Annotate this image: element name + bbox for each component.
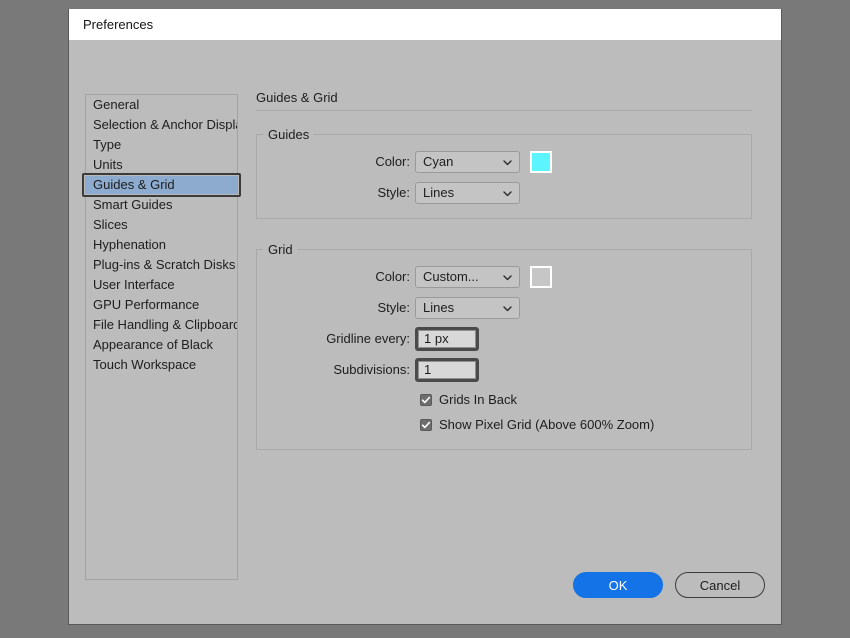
guides-color-swatch[interactable] [530, 151, 552, 173]
grids-in-back-row[interactable]: Grids In Back [257, 387, 751, 412]
grid-style-select[interactable]: Lines [415, 297, 520, 319]
page-title: Guides & Grid [256, 90, 752, 111]
preferences-content-pane: Guides & Grid Guides Color: Cyan Style: [256, 90, 752, 473]
sidebar-item-touch-workspace[interactable]: Touch Workspace [86, 355, 237, 375]
dialog-footer: OK Cancel [573, 572, 765, 598]
grids-in-back-checkbox[interactable] [420, 394, 432, 406]
ok-button[interactable]: OK [573, 572, 663, 598]
sidebar-item-label: Units [93, 157, 123, 172]
sidebar-item-hyphenation[interactable]: Hyphenation [86, 235, 237, 255]
sidebar-item-general[interactable]: General [86, 95, 237, 115]
sidebar-item-label: Appearance of Black [93, 337, 213, 352]
sidebar-item-selection-anchor-display[interactable]: Selection & Anchor Display [86, 115, 237, 135]
guides-style-row: Style: Lines [257, 179, 751, 206]
guides-style-value: Lines [423, 185, 502, 200]
sidebar-item-label: Hyphenation [93, 237, 166, 252]
sidebar-item-appearance-of-black[interactable]: Appearance of Black [86, 335, 237, 355]
sidebar-item-file-handling-clipboard[interactable]: File Handling & Clipboard [86, 315, 237, 335]
sidebar-item-label: Guides & Grid [93, 177, 175, 192]
chevron-down-icon [502, 156, 513, 167]
chevron-down-icon [502, 271, 513, 282]
sidebar-item-label: User Interface [93, 277, 175, 292]
subdivisions-value: 1 [418, 361, 476, 379]
sidebar-item-label: Plug-ins & Scratch Disks [93, 257, 235, 272]
grid-group: Grid Color: Custom... Style: Lines [256, 242, 752, 450]
sidebar-item-user-interface[interactable]: User Interface [86, 275, 237, 295]
guides-style-label: Style: [257, 185, 415, 200]
show-pixel-grid-label: Show Pixel Grid (Above 600% Zoom) [439, 417, 654, 432]
grid-color-value: Custom... [423, 269, 502, 284]
guides-color-select[interactable]: Cyan [415, 151, 520, 173]
sidebar-item-label: Type [93, 137, 121, 152]
sidebar-item-label: GPU Performance [93, 297, 199, 312]
guides-style-select[interactable]: Lines [415, 182, 520, 204]
subdivisions-input[interactable]: 1 [415, 358, 479, 382]
grids-in-back-label: Grids In Back [439, 392, 517, 407]
cancel-button[interactable]: Cancel [675, 572, 765, 598]
grid-color-select[interactable]: Custom... [415, 266, 520, 288]
grid-color-label: Color: [257, 269, 415, 284]
sidebar-item-label: Slices [93, 217, 128, 232]
chevron-down-icon [502, 187, 513, 198]
guides-color-label: Color: [257, 154, 415, 169]
dialog-body: General Selection & Anchor Display Type … [69, 40, 781, 624]
subdivisions-row: Subdivisions: 1 [257, 356, 751, 383]
show-pixel-grid-row[interactable]: Show Pixel Grid (Above 600% Zoom) [257, 412, 751, 437]
sidebar-item-units[interactable]: Units [86, 155, 237, 175]
dialog-title: Preferences [83, 17, 153, 32]
sidebar-item-type[interactable]: Type [86, 135, 237, 155]
sidebar-item-smart-guides[interactable]: Smart Guides [86, 195, 237, 215]
gridline-every-input[interactable]: 1 px [415, 327, 479, 351]
sidebar-item-label: Touch Workspace [93, 357, 196, 372]
sidebar-item-label: General [93, 97, 139, 112]
preferences-category-list[interactable]: General Selection & Anchor Display Type … [85, 94, 238, 580]
grid-style-label: Style: [257, 300, 415, 315]
grid-color-swatch[interactable] [530, 266, 552, 288]
guides-group-legend: Guides [263, 127, 314, 142]
preferences-dialog: Preferences General Selection & Anchor D… [68, 9, 782, 625]
dialog-titlebar: Preferences [69, 9, 781, 40]
chevron-down-icon [502, 302, 513, 313]
grid-style-value: Lines [423, 300, 502, 315]
sidebar-item-slices[interactable]: Slices [86, 215, 237, 235]
grid-group-legend: Grid [263, 242, 298, 257]
gridline-every-label: Gridline every: [257, 331, 415, 346]
guides-group: Guides Color: Cyan Style: Lines [256, 127, 752, 219]
guides-color-value: Cyan [423, 154, 502, 169]
sidebar-item-label: Selection & Anchor Display [93, 117, 238, 132]
show-pixel-grid-checkbox[interactable] [420, 419, 432, 431]
gridline-every-row: Gridline every: 1 px [257, 325, 751, 352]
sidebar-item-gpu-performance[interactable]: GPU Performance [86, 295, 237, 315]
sidebar-item-plugins-scratch-disks[interactable]: Plug-ins & Scratch Disks [86, 255, 237, 275]
grid-style-row: Style: Lines [257, 294, 751, 321]
sidebar-item-label: File Handling & Clipboard [93, 317, 238, 332]
sidebar-item-guides-grid[interactable]: Guides & Grid [86, 175, 237, 195]
subdivisions-label: Subdivisions: [257, 362, 415, 377]
guides-color-row: Color: Cyan [257, 148, 751, 175]
gridline-every-value: 1 px [418, 330, 476, 348]
grid-color-row: Color: Custom... [257, 263, 751, 290]
sidebar-item-label: Smart Guides [93, 197, 172, 212]
